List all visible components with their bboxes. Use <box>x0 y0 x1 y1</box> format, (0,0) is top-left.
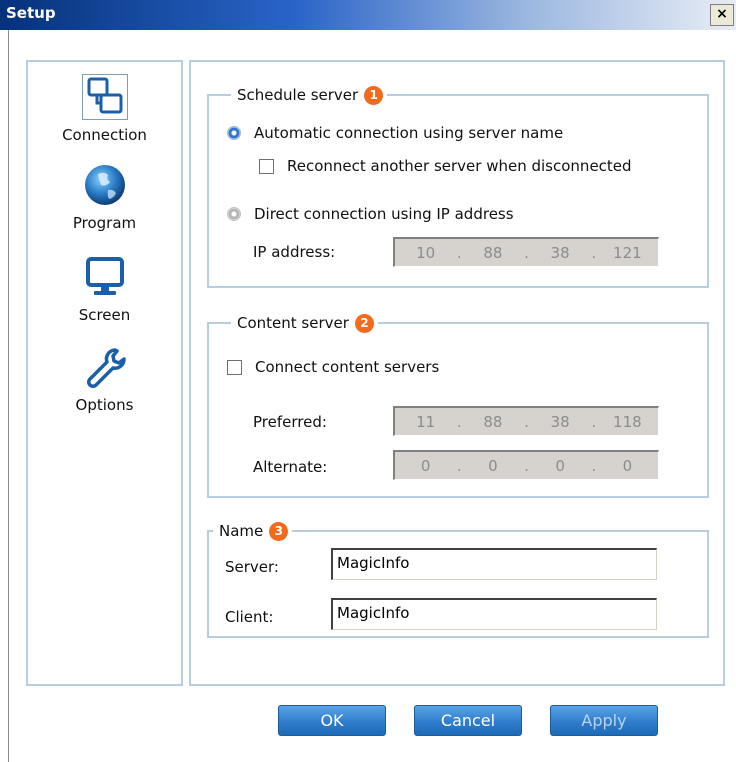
preferred-ip-field[interactable]: 11. 88. 38. 118 <box>393 406 659 436</box>
ok-button[interactable]: OK <box>278 705 386 736</box>
sidebar-item-screen[interactable]: Screen <box>28 254 181 324</box>
server-name-input[interactable]: MagicInfo <box>331 548 657 580</box>
auto-connect-option[interactable]: Automatic connection using server name <box>227 124 563 142</box>
ip-octet[interactable]: 121 <box>597 244 658 262</box>
connection-icon <box>81 74 128 120</box>
sidebar-item-connection[interactable]: Connection <box>28 74 181 144</box>
client-name-label: Client: <box>225 608 273 626</box>
alternate-label: Alternate: <box>253 458 327 476</box>
preferred-label-text: Preferred: <box>253 413 327 431</box>
monitor-icon <box>82 254 128 300</box>
client-name-input[interactable]: MagicInfo <box>331 598 657 630</box>
ip-octet[interactable]: 88 <box>462 244 523 262</box>
direct-connect-option[interactable]: Direct connection using IP address <box>227 205 514 223</box>
sidebar-item-label: Program <box>72 214 137 232</box>
ip-octet[interactable]: 11 <box>395 413 456 431</box>
step-badge: 1 <box>364 85 384 105</box>
name-group: Name 3 Server: MagicInfo Client: MagicIn… <box>207 520 709 638</box>
alternate-label-text: Alternate: <box>253 458 328 476</box>
ip-octet[interactable]: 0 <box>597 457 658 475</box>
step-badge: 2 <box>354 313 374 333</box>
name-group-title: Name <box>219 522 264 540</box>
close-button[interactable]: × <box>710 4 734 26</box>
auto-connect-label: Automatic connection using server name <box>254 124 564 142</box>
sidebar-item-options[interactable]: Options <box>28 344 181 414</box>
group-legend: Name 3 <box>213 520 293 542</box>
sidebar: Connection Program Screen Options <box>26 60 183 686</box>
ip-octet[interactable]: 0 <box>462 457 523 475</box>
globe-icon <box>82 162 128 208</box>
title-bar: Setup × <box>0 0 736 30</box>
content-server-title: Content server <box>237 314 349 332</box>
sidebar-item-program[interactable]: Program <box>28 162 181 232</box>
ip-address-label-text: IP address: <box>253 243 336 261</box>
wrench-icon <box>82 344 128 390</box>
ip-address-field[interactable]: 10. 88. 38. 121 <box>393 237 659 267</box>
reconnect-option[interactable]: Reconnect another server when disconnect… <box>259 157 632 175</box>
alternate-ip-field[interactable]: 0. 0. 0. 0 <box>393 450 659 480</box>
sidebar-item-label: Screen <box>78 306 131 324</box>
ip-octet[interactable]: 118 <box>597 413 658 431</box>
dialog-edge <box>8 30 9 762</box>
connect-content-option[interactable]: Connect content servers <box>227 358 439 376</box>
ip-octet[interactable]: 0 <box>395 457 456 475</box>
ip-octet[interactable]: 0 <box>530 457 591 475</box>
reconnect-checkbox[interactable] <box>259 158 274 174</box>
content-server-group: Content server 2 Connect content servers… <box>207 312 709 498</box>
ip-octet[interactable]: 88 <box>462 413 523 431</box>
preferred-label: Preferred: <box>253 413 327 431</box>
ip-address-label: IP address: <box>253 243 335 261</box>
direct-connect-radio[interactable] <box>227 207 241 221</box>
server-name-label-text: Server: <box>225 558 279 576</box>
ip-octet[interactable]: 38 <box>530 413 591 431</box>
apply-button[interactable]: Apply <box>550 705 658 736</box>
client-name-label-text: Client: <box>225 608 274 626</box>
group-legend: Content server 2 <box>231 312 378 334</box>
schedule-server-title: Schedule server <box>237 86 359 104</box>
connect-content-label: Connect content servers <box>255 358 440 376</box>
settings-panel: Schedule server 1 Automatic connection u… <box>189 60 725 686</box>
connect-content-checkbox[interactable] <box>227 359 242 375</box>
window-title: Setup <box>6 4 56 22</box>
sidebar-item-label: Options <box>75 396 134 414</box>
ip-octet[interactable]: 38 <box>530 244 591 262</box>
server-name-label: Server: <box>225 558 279 576</box>
sidebar-item-label: Connection <box>62 126 147 144</box>
direct-connect-label: Direct connection using IP address <box>254 205 514 223</box>
schedule-server-group: Schedule server 1 Automatic connection u… <box>207 84 709 288</box>
reconnect-label: Reconnect another server when disconnect… <box>287 157 632 175</box>
group-legend: Schedule server 1 <box>231 84 388 106</box>
auto-connect-radio[interactable] <box>227 126 241 140</box>
cancel-button[interactable]: Cancel <box>414 705 522 736</box>
ip-octet[interactable]: 10 <box>395 244 456 262</box>
step-badge: 3 <box>269 521 289 541</box>
